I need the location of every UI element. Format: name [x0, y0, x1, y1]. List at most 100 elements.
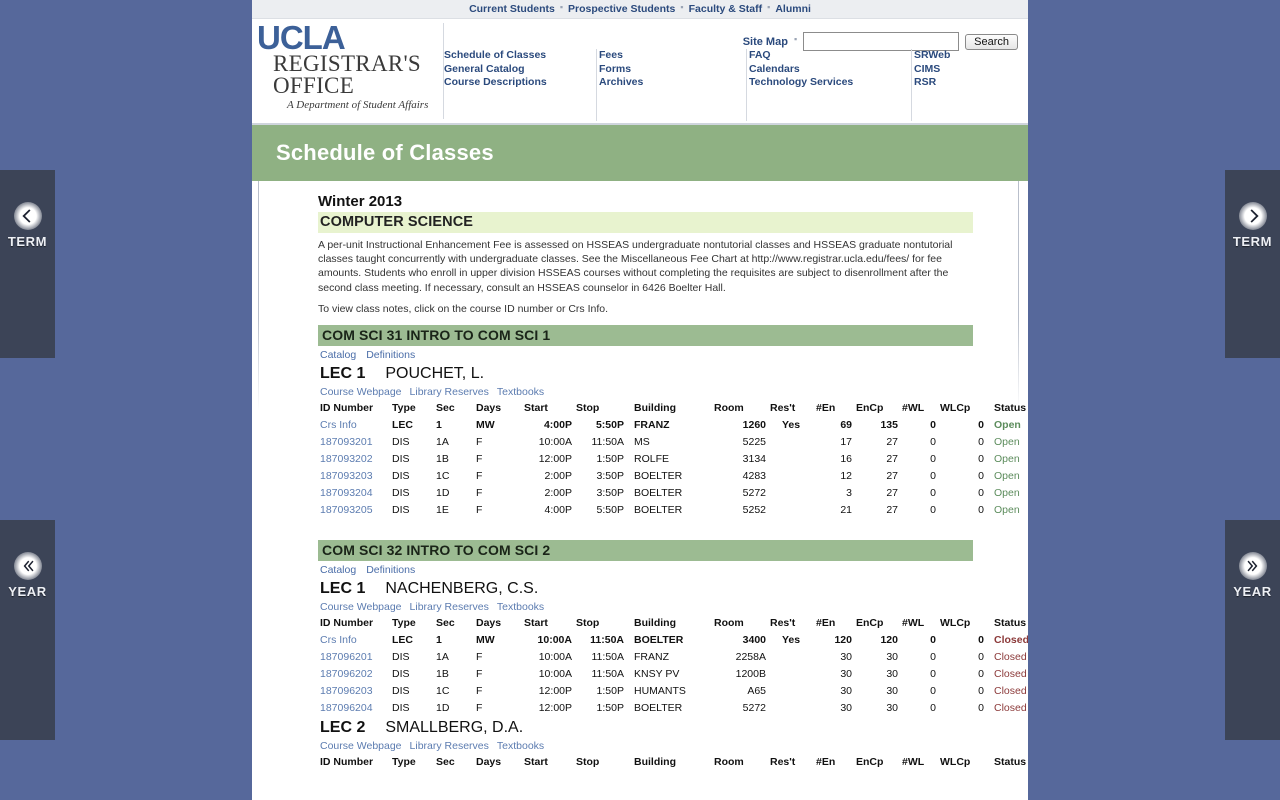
nav-link-calendars[interactable]: Calendars — [749, 63, 899, 77]
cell-start: 4:00P — [544, 503, 572, 516]
library-reserves-link[interactable]: Library Reserves — [410, 386, 489, 398]
cell-building: FRANZ — [634, 418, 670, 431]
cell-status: Closed — [986, 699, 1028, 716]
rail-term-prev[interactable]: TERM — [0, 170, 55, 358]
course-webpage-link[interactable]: Course Webpage — [320, 740, 402, 752]
cell-wlcp: 0 — [978, 633, 984, 646]
nav-link-faq[interactable]: FAQ — [749, 49, 899, 63]
catalog-link[interactable]: Catalog — [320, 564, 356, 576]
cell-room: 5225 — [742, 435, 766, 448]
cell-building: BOELTER — [634, 701, 683, 714]
logo-registrars: REGISTRAR'S — [273, 51, 422, 76]
sitemap-link[interactable]: Site Map — [743, 36, 788, 48]
course-webpage-link[interactable]: Course Webpage — [320, 601, 402, 613]
audience-link-current-students[interactable]: Current Students — [469, 3, 555, 15]
cell-sec: 1C — [436, 469, 450, 482]
column-header-rest: Res't — [770, 617, 796, 630]
nav-link-srweb[interactable]: SRWeb — [914, 49, 1014, 63]
cell-id[interactable]: 187093202 — [318, 450, 390, 467]
nav-link-fees[interactable]: Fees — [599, 49, 734, 63]
search-button[interactable]: Search — [965, 33, 1018, 50]
textbooks-link[interactable]: Textbooks — [497, 740, 544, 752]
cell-id[interactable]: 187096202 — [318, 665, 390, 682]
cell-stop: 3:50P — [596, 469, 624, 482]
cell-id[interactable]: 187096204 — [318, 699, 390, 716]
nav-link-general-catalog[interactable]: General Catalog — [444, 63, 584, 77]
site-logo[interactable]: UCLA REGISTRAR'S OFFICE A Department of … — [257, 21, 444, 119]
textbooks-link[interactable]: Textbooks — [497, 386, 544, 398]
cell-stop: 11:50A — [590, 633, 624, 646]
class-id-link[interactable]: 187096204 — [320, 702, 373, 714]
class-id-link[interactable]: 187093202 — [320, 453, 373, 465]
catalog-link[interactable]: Catalog — [320, 349, 356, 361]
rail-term-next[interactable]: TERM — [1225, 170, 1280, 358]
cell-id[interactable]: 187093204 — [318, 484, 390, 501]
cell-id[interactable]: 187093205 — [318, 501, 390, 518]
cell-type: DIS — [392, 503, 410, 516]
nav-link-course-descriptions[interactable]: Course Descriptions — [444, 76, 584, 90]
course-list: COM SCI 31 INTRO TO COM SCI 1 Catalog Defi… — [318, 325, 1028, 770]
class-id-link[interactable]: 187093201 — [320, 436, 373, 448]
definitions-link[interactable]: Definitions — [366, 349, 415, 361]
nav-link-rsr[interactable]: RSR — [914, 76, 1014, 90]
nav-link-technology-services[interactable]: Technology Services — [749, 76, 899, 90]
table-header-row: ID Number Type Sec Days Start Stop Building Roo… — [318, 754, 1028, 770]
cell-days: F — [476, 486, 483, 499]
double-chevron-left-icon — [13, 552, 42, 580]
cell-building: FRANZ — [634, 650, 669, 663]
course-webpage-link[interactable]: Course Webpage — [320, 386, 402, 398]
column-header-id: ID Number — [320, 617, 374, 630]
rail-year-prev[interactable]: YEAR — [0, 520, 55, 740]
audience-link-prospective-students[interactable]: Prospective Students — [568, 3, 675, 15]
cell-id[interactable]: Crs Info — [318, 416, 390, 433]
cell-id[interactable]: Crs Info — [318, 631, 390, 648]
cell-rest: Yes — [781, 633, 801, 646]
column-header-room: Room — [714, 402, 744, 415]
textbooks-link[interactable]: Textbooks — [497, 601, 544, 613]
cell-id[interactable]: 187096203 — [318, 682, 390, 699]
cell-sec: 1B — [436, 452, 449, 465]
class-id-link[interactable]: 187096202 — [320, 668, 373, 680]
class-id-link[interactable]: 187093203 — [320, 470, 373, 482]
nav-link-forms[interactable]: Forms — [599, 63, 734, 77]
cell-wl: 0 — [930, 452, 936, 465]
definitions-link[interactable]: Definitions — [366, 564, 415, 576]
cell-en: 120 — [834, 633, 852, 646]
class-id-link[interactable]: 187096201 — [320, 651, 373, 663]
cell-id[interactable]: 187096201 — [318, 648, 390, 665]
library-reserves-link[interactable]: Library Reserves — [410, 740, 489, 752]
status-badge: Open — [994, 469, 1020, 482]
cell-type: DIS — [392, 469, 410, 482]
audience-link-alumni[interactable]: Alumni — [775, 3, 811, 15]
crs-info-link[interactable]: Crs Info — [320, 419, 357, 431]
library-reserves-link[interactable]: Library Reserves — [410, 601, 489, 613]
class-id-link[interactable]: 187093204 — [320, 487, 373, 499]
column-header-type: Type — [392, 402, 416, 415]
cell-encp: 27 — [886, 486, 898, 499]
cell-days: MW — [476, 418, 495, 431]
rail-year-next[interactable]: YEAR — [1225, 520, 1280, 740]
column-header-rest: Res't — [770, 756, 796, 769]
status-badge: Open — [994, 418, 1021, 431]
table-row: 187096204 DIS 1D F 12:00P 1:50P BOELTER 5272 30 3… — [318, 699, 1028, 716]
lecture-number: LEC 1 — [320, 580, 366, 598]
cell-status: Closed — [986, 665, 1028, 682]
nav-link-schedule-of-classes[interactable]: Schedule of Classes — [444, 49, 584, 63]
class-id-link[interactable]: 187093205 — [320, 504, 373, 516]
nav-link-archives[interactable]: Archives — [599, 76, 734, 90]
term-heading: Winter 2013 — [318, 193, 403, 210]
audience-link-faculty-staff[interactable]: Faculty & Staff — [689, 3, 763, 15]
cell-wlcp: 0 — [978, 684, 984, 697]
column-header-rest: Res't — [770, 402, 796, 415]
cell-id[interactable]: 187093201 — [318, 433, 390, 450]
cell-encp: 27 — [886, 435, 898, 448]
cell-sec: 1D — [436, 701, 450, 714]
crs-info-link[interactable]: Crs Info — [320, 634, 357, 646]
class-id-link[interactable]: 187096203 — [320, 685, 373, 697]
cell-wlcp: 0 — [978, 667, 984, 680]
nav-link-cims[interactable]: CIMS — [914, 63, 1014, 77]
rail-year-prev-label: YEAR — [8, 584, 47, 599]
cell-id[interactable]: 187093203 — [318, 467, 390, 484]
nav-column-schedule: Schedule of Classes General Catalog Cour… — [442, 49, 597, 121]
